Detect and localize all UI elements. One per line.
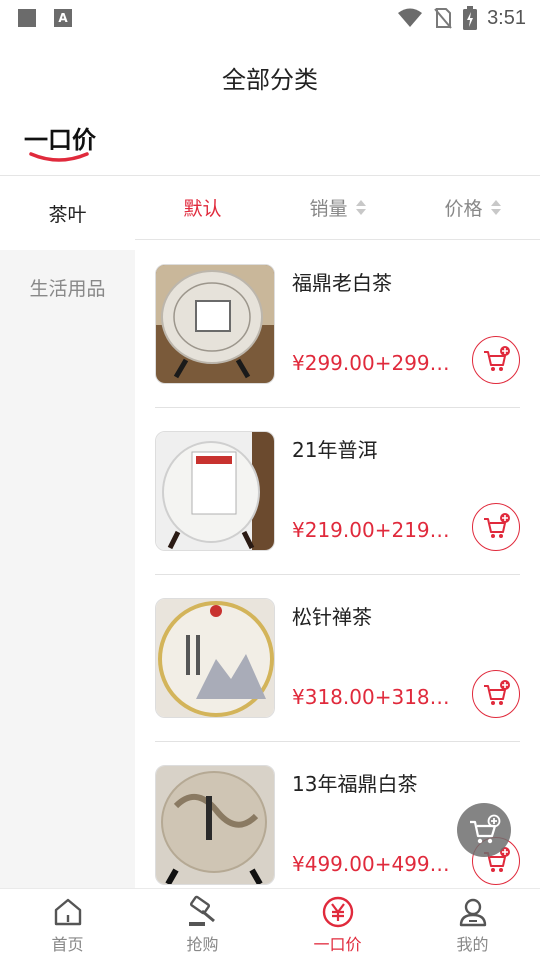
status-bar: A 3:51 — [0, 0, 540, 36]
product-name: 松针禅茶 — [292, 605, 372, 629]
nav-fixed-price-label: 一口价 — [313, 934, 362, 954]
product-name: 13年福鼎白茶 — [292, 772, 418, 796]
product-card[interactable]: 松针禅茶 ¥318.00+318积分 — [155, 575, 520, 742]
nav-home[interactable]: 首页 — [0, 889, 135, 960]
sort-bar: 默认 销量 价格 — [135, 176, 540, 240]
product-image[interactable] — [155, 765, 275, 885]
sort-price[interactable]: 价格 — [405, 194, 540, 221]
add-to-cart-button[interactable] — [472, 503, 520, 551]
sort-default-label: 默认 — [183, 198, 222, 220]
nav-flash-sale[interactable]: 抢购 — [135, 889, 270, 960]
notification-a-icon: A — [54, 9, 72, 27]
product-name: 21年普洱 — [292, 438, 378, 462]
yen-icon — [321, 895, 355, 929]
product-image[interactable] — [155, 431, 275, 551]
auction-hammer-icon — [186, 895, 220, 929]
category-sidebar: 茶叶 生活用品 — [0, 176, 135, 888]
status-time: 3:51 — [487, 6, 526, 29]
sort-sales[interactable]: 销量 — [270, 194, 405, 221]
sort-sales-label: 销量 — [309, 198, 348, 220]
user-icon — [456, 895, 490, 929]
product-name: 福鼎老白茶 — [292, 271, 392, 295]
cart-plus-icon — [484, 346, 510, 371]
sort-price-label: 价格 — [444, 198, 483, 220]
product-price: ¥499.00+499积分 — [292, 852, 460, 876]
home-icon — [51, 895, 85, 929]
floating-cart-button[interactable] — [457, 803, 511, 857]
cart-plus-icon — [470, 814, 501, 844]
nav-flash-sale-label: 抢购 — [186, 934, 219, 954]
category-item-daily-goods[interactable]: 生活用品 — [0, 250, 135, 324]
bottom-nav: 首页 抢购 一口价 我的 — [0, 888, 540, 960]
sort-default[interactable]: 默认 — [135, 194, 270, 221]
product-price: ¥318.00+318积分 — [292, 685, 460, 709]
status-bar-right: 3:51 — [397, 4, 526, 32]
wifi-icon — [398, 8, 423, 27]
product-image[interactable] — [155, 598, 275, 718]
nav-profile-label: 我的 — [456, 934, 489, 954]
product-price: ¥299.00+299积分 — [292, 351, 460, 375]
sort-arrows-icon — [355, 200, 366, 215]
page-title: 全部分类 — [222, 66, 318, 94]
nav-fixed-price[interactable]: 一口价 — [270, 889, 405, 960]
add-to-cart-button[interactable] — [472, 336, 520, 384]
product-price: ¥219.00+219积分 — [292, 518, 460, 542]
no-sim-icon — [434, 8, 452, 29]
category-item-tea[interactable]: 茶叶 — [0, 176, 135, 250]
tab-active-indicator — [29, 152, 89, 162]
cart-plus-icon — [484, 513, 510, 538]
nav-home-label: 首页 — [51, 934, 84, 954]
product-card[interactable]: 21年普洱 ¥219.00+219积分 — [155, 408, 520, 575]
nav-profile[interactable]: 我的 — [405, 889, 540, 960]
product-image[interactable] — [155, 264, 275, 384]
product-card[interactable]: 福鼎老白茶 ¥299.00+299积分 — [155, 241, 520, 408]
sort-arrows-icon — [490, 200, 501, 215]
cart-plus-icon — [484, 680, 510, 705]
add-to-cart-button[interactable] — [472, 670, 520, 718]
notification-square-icon — [18, 9, 36, 27]
battery-charging-icon — [463, 6, 478, 30]
